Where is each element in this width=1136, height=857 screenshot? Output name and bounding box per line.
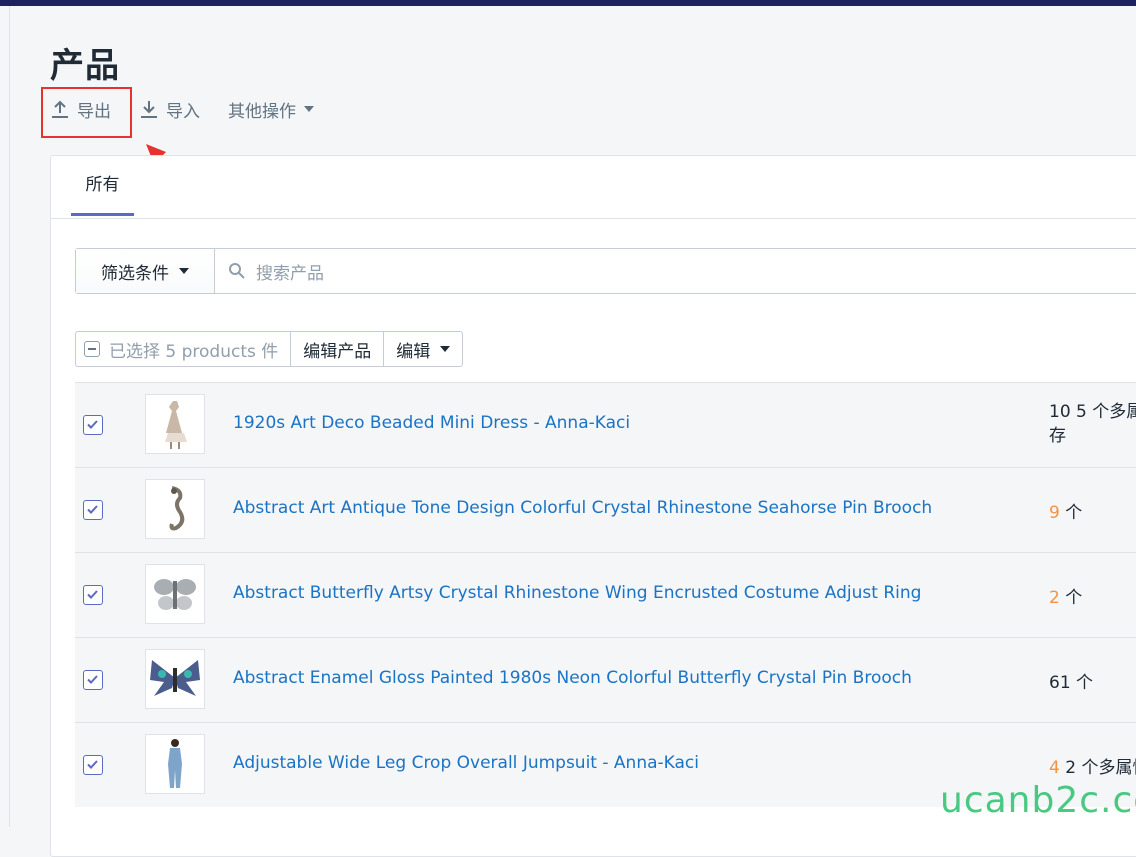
tab-bar: 所有 (51, 156, 1136, 219)
filter-bar: 筛选条件 搜索产品 (75, 248, 1136, 294)
left-divider (9, 6, 10, 827)
edit-label: 编辑 (396, 341, 431, 362)
table-row: Abstract Butterfly Artsy Crystal Rhinest… (75, 552, 1136, 637)
stock-line-2: 存 (1049, 426, 1066, 446)
top-bar (0, 0, 1136, 6)
stock-suffix: 2 个多属性 (1065, 758, 1136, 778)
row-checkbox[interactable] (83, 500, 103, 520)
table-row: Abstract Art Antique Tone Design Colorfu… (75, 467, 1136, 552)
row-checkbox[interactable] (83, 415, 103, 435)
product-thumbnail-jumpsuit[interactable] (145, 734, 205, 794)
stock-count: 61 (1049, 673, 1071, 693)
stock-suffix: 5 个多属 (1076, 402, 1136, 422)
stock-suffix: 个 (1059, 588, 1083, 608)
active-tab-indicator (71, 213, 134, 216)
tab-all[interactable]: 所有 (71, 156, 134, 216)
download-icon (141, 101, 157, 118)
product-name-link[interactable]: Abstract Butterfly Artsy Crystal Rhinest… (233, 583, 921, 603)
product-name-link[interactable]: Adjustable Wide Leg Crop Overall Jumpsui… (233, 753, 699, 773)
inventory-text: 2 个 (1049, 583, 1082, 608)
products-card: 所有 筛选条件 搜索产品 已选择 5 products 件 编辑产品 编辑 19… (50, 155, 1136, 857)
select-all-toggle[interactable]: 已选择 5 products 件 (76, 332, 292, 366)
check-icon (87, 420, 98, 429)
stock-suffix: 个 (1059, 503, 1083, 523)
stock-count: 2 (1049, 588, 1060, 608)
minus-checkbox-icon (84, 341, 100, 357)
filter-button[interactable]: 筛选条件 (76, 249, 215, 293)
row-checkbox[interactable] (83, 755, 103, 775)
import-button[interactable]: 导入 (139, 97, 200, 122)
search-input[interactable]: 搜索产品 (228, 249, 324, 293)
stock-suffix: 个 (1070, 673, 1094, 693)
product-name-link[interactable]: Abstract Art Antique Tone Design Colorfu… (233, 498, 932, 518)
check-icon (87, 590, 98, 599)
product-list: 1920s Art Deco Beaded Mini Dress - Anna-… (75, 382, 1136, 807)
search-placeholder: 搜索产品 (256, 263, 324, 284)
bulk-actions-bar: 已选择 5 products 件 编辑产品 编辑 (75, 331, 464, 367)
stock-count: 4 (1049, 758, 1060, 778)
product-thumbnail-butterfly-brooch[interactable] (145, 649, 205, 709)
product-thumbnail-seahorse[interactable] (145, 479, 205, 539)
table-row: Abstract Enamel Gloss Painted 1980s Neon… (75, 637, 1136, 722)
product-thumbnail-dress[interactable] (145, 394, 205, 454)
selected-count-label: 已选择 5 products 件 (109, 341, 279, 362)
edit-products-button[interactable]: 编辑产品 (291, 332, 385, 366)
search-icon (229, 263, 245, 279)
table-row: 1920s Art Deco Beaded Mini Dress - Anna-… (75, 382, 1136, 467)
caret-down-icon (440, 346, 451, 352)
inventory-text: 9 个 (1049, 498, 1082, 523)
more-actions-label: 其他操作 (228, 101, 296, 122)
export-highlight-box (41, 87, 132, 138)
caret-down-icon (304, 106, 314, 112)
inventory-text: 10 5 个多属存 (1049, 400, 1136, 448)
row-checkbox[interactable] (83, 670, 103, 690)
filter-button-label: 筛选条件 (101, 263, 169, 284)
inventory-text: 61 个 (1049, 668, 1093, 693)
check-icon (87, 675, 98, 684)
row-checkbox[interactable] (83, 585, 103, 605)
product-name-link[interactable]: Abstract Enamel Gloss Painted 1980s Neon… (233, 668, 912, 688)
product-thumbnail-butterfly-ring[interactable] (145, 564, 205, 624)
edit-dropdown-button[interactable]: 编辑 (384, 332, 462, 366)
check-icon (87, 505, 98, 514)
caret-down-icon (179, 268, 189, 274)
inventory-text: 4 2 个多属性 (1049, 753, 1136, 778)
page-title: 产品 (50, 46, 120, 86)
stock-count: 9 (1049, 503, 1060, 523)
watermark-text: ucanb2c.com (940, 780, 1136, 821)
more-actions-button[interactable]: 其他操作 (228, 97, 321, 122)
product-name-link[interactable]: 1920s Art Deco Beaded Mini Dress - Anna-… (233, 413, 630, 433)
check-icon (87, 760, 98, 769)
import-label: 导入 (166, 101, 200, 122)
stock-count: 10 (1049, 402, 1071, 422)
edit-products-label: 编辑产品 (303, 341, 372, 362)
